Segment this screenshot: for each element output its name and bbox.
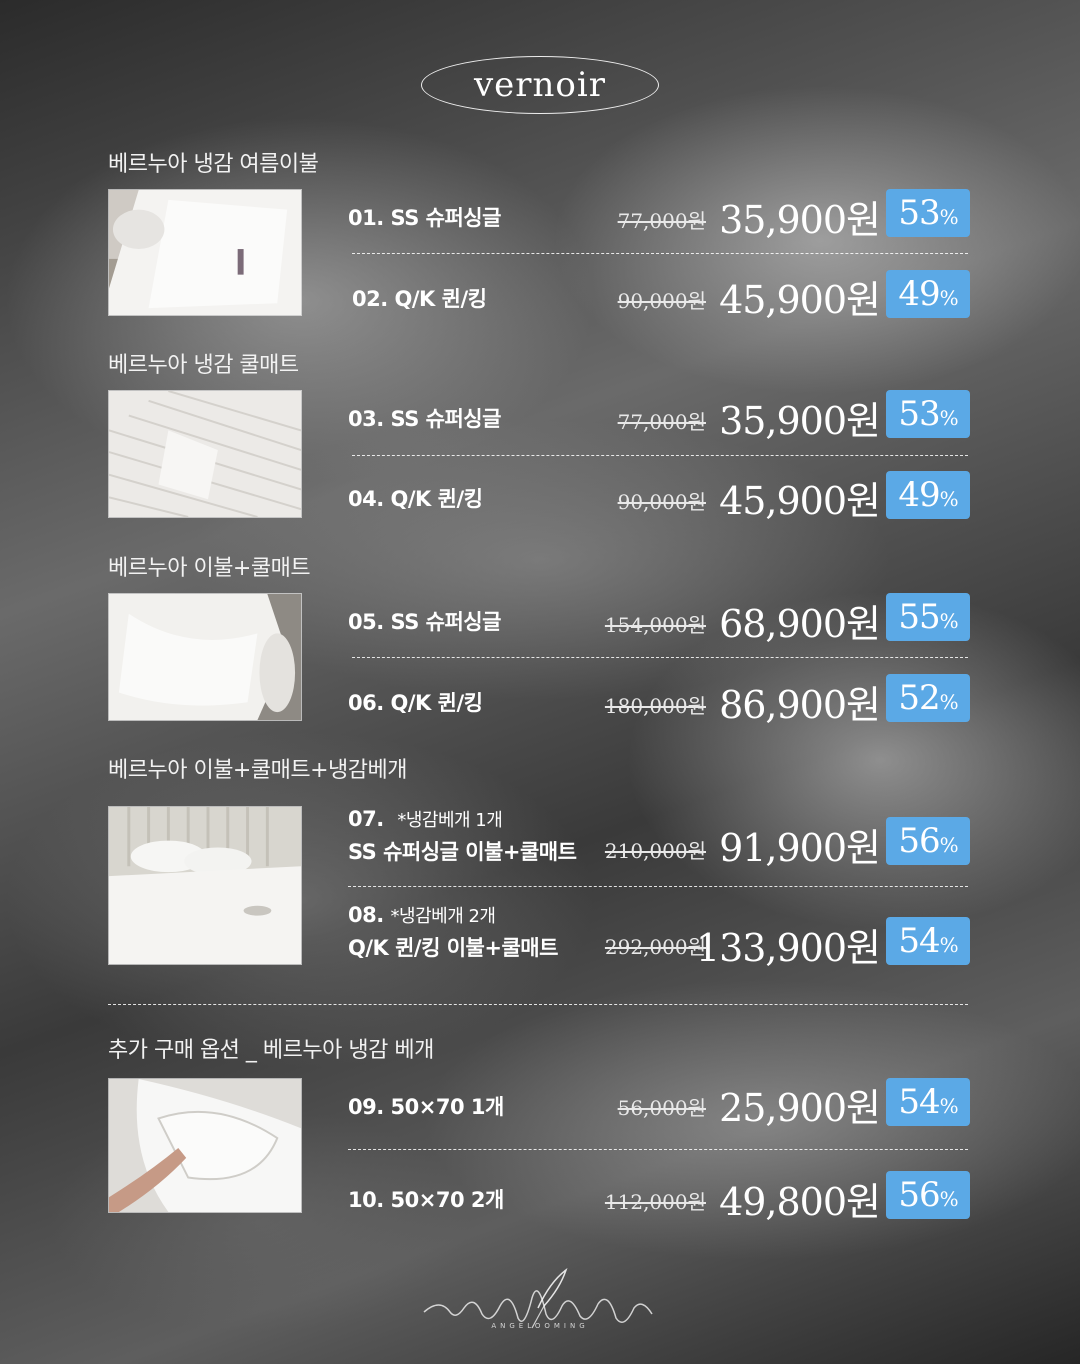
item-07-discount-badge: 56%	[886, 817, 970, 865]
item-02-price: 45,900원	[719, 278, 881, 322]
item-10-name: 10. 50×70 2개	[348, 1188, 504, 1212]
item-04-price: 45,900원	[719, 479, 881, 523]
item-07-subtitle: SS 슈퍼싱글 이불+쿨매트	[348, 840, 577, 864]
item-04-discount-badge: 49%	[886, 471, 970, 519]
item-08-price: 133,900원	[695, 926, 881, 970]
item-08-discount-badge: 54%	[886, 917, 970, 965]
item-06-price: 86,900원	[719, 683, 881, 727]
row-divider	[348, 1149, 968, 1150]
item-06-discount-badge: 52%	[886, 674, 970, 722]
section-title-extra-pillow: 추가 구매 옵션 _ 베르누아 냉감 베개	[108, 1038, 434, 1063]
item-09-name: 09. 50×70 1개	[348, 1095, 504, 1119]
section-title-blanket-mat-pillow: 베르누아 이불+쿨매트+냉감베개	[108, 758, 407, 783]
item-10-price: 49,800원	[719, 1180, 881, 1224]
row-divider	[352, 657, 968, 658]
item-02-discount-badge: 49%	[886, 270, 970, 318]
item-01-discount-badge: 53%	[886, 189, 970, 237]
item-07-name: 07. *냉감베개 1개 SS 슈퍼싱글 이불+쿨매트	[348, 807, 577, 864]
item-05-price: 68,900원	[719, 602, 881, 646]
item-05-discount-badge: 55%	[886, 593, 970, 641]
item-06-name: 06. Q/K 퀸/킹	[348, 691, 483, 715]
item-02-name: 02. Q/K 퀸/킹	[352, 287, 487, 311]
item-07-price: 91,900원	[719, 826, 881, 870]
item-05-name: 05. SS 슈퍼싱글	[348, 610, 501, 634]
item-08-note: *냉감베개 2개	[390, 906, 496, 927]
item-10-discount-badge: 56%	[886, 1171, 970, 1219]
section-title-cool-mat: 베르누아 냉감 쿨매트	[108, 353, 299, 378]
item-03-price: 35,900원	[719, 399, 881, 443]
pillow-photo-icon	[108, 1078, 302, 1213]
section-title-blanket-mat: 베르누아 이불+쿨매트	[108, 556, 311, 581]
item-08-name: 08. *냉감베개 2개 Q/K 퀸/킹 이불+쿨매트	[348, 903, 558, 960]
bedding-set-photo-icon	[108, 593, 302, 721]
item-04-name: 04. Q/K 퀸/킹	[348, 487, 483, 511]
section-divider	[108, 1004, 968, 1005]
item-01-price: 35,900원	[719, 198, 881, 242]
brand-logo: vernoir	[421, 56, 659, 114]
item-01-name: 01. SS 슈퍼싱글	[348, 206, 501, 230]
row-divider	[348, 886, 968, 887]
item-03-name: 03. SS 슈퍼싱글	[348, 407, 501, 431]
item-03-discount-badge: 53%	[886, 390, 970, 438]
row-divider	[352, 253, 968, 254]
blanket-photo-icon	[108, 189, 302, 316]
item-07-note: *냉감베개 1개	[397, 810, 503, 831]
item-09-price: 25,900원	[719, 1086, 881, 1130]
bedroom-photo-icon	[108, 806, 302, 965]
section-title-summer-blanket: 베르누아 냉감 여름이불	[108, 152, 319, 177]
cool-mat-photo-icon	[108, 390, 302, 518]
angelooming-signature-logo: ANGELOOMING	[420, 1267, 660, 1338]
item-08-subtitle: Q/K 퀸/킹 이불+쿨매트	[348, 936, 558, 960]
item-09-discount-badge: 54%	[886, 1078, 970, 1126]
row-divider	[352, 455, 968, 456]
